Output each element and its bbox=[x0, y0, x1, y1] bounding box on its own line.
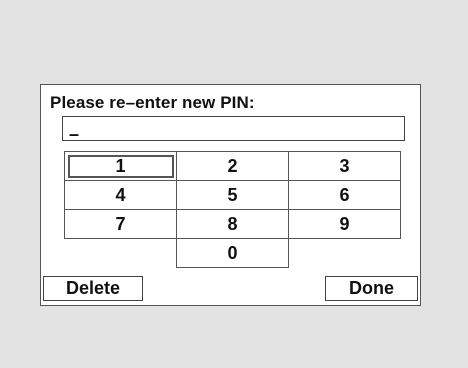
delete-button[interactable]: Delete bbox=[43, 276, 143, 301]
key-9[interactable]: 9 bbox=[288, 209, 401, 239]
key-8[interactable]: 8 bbox=[176, 209, 289, 239]
key-1[interactable]: 1 bbox=[64, 151, 177, 181]
key-3[interactable]: 3 bbox=[288, 151, 401, 181]
pin-input-cursor: – bbox=[69, 124, 80, 144]
keypad-empty-cell bbox=[289, 239, 401, 268]
key-4[interactable]: 4 bbox=[64, 180, 177, 210]
screen-background: Please re–enter new PIN: – 1 2 3 4 5 6 7… bbox=[0, 0, 468, 368]
done-button[interactable]: Done bbox=[325, 276, 418, 301]
keypad-empty-cell bbox=[65, 239, 177, 268]
key-2[interactable]: 2 bbox=[176, 151, 289, 181]
key-6[interactable]: 6 bbox=[288, 180, 401, 210]
number-keypad: 1 2 3 4 5 6 7 8 9 0 bbox=[64, 151, 401, 268]
pin-input-field[interactable]: – bbox=[62, 116, 405, 144]
key-0[interactable]: 0 bbox=[176, 238, 289, 268]
pin-prompt-label: Please re–enter new PIN: bbox=[50, 93, 255, 112]
pin-entry-dialog: Please re–enter new PIN: – 1 2 3 4 5 6 7… bbox=[40, 84, 421, 306]
key-7[interactable]: 7 bbox=[64, 209, 177, 239]
key-5[interactable]: 5 bbox=[176, 180, 289, 210]
